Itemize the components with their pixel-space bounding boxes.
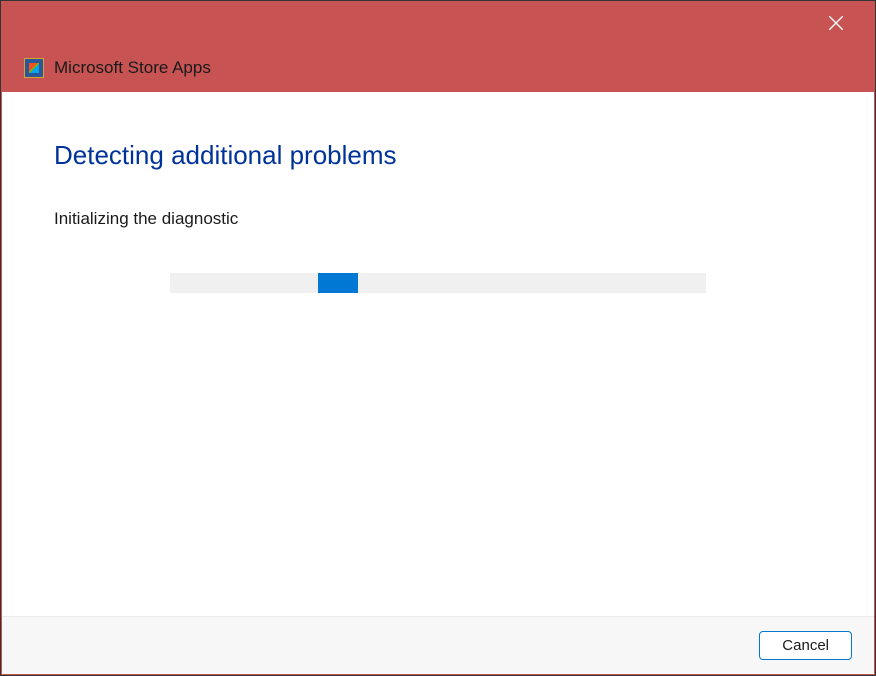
titlebar: Microsoft Store Apps xyxy=(2,2,874,92)
titlebar-main: Microsoft Store Apps xyxy=(2,44,874,92)
close-button[interactable] xyxy=(818,5,854,41)
progress-indicator xyxy=(318,273,358,293)
progress-bar xyxy=(170,273,706,293)
cancel-button[interactable]: Cancel xyxy=(759,631,852,660)
footer: Cancel xyxy=(2,616,874,674)
titlebar-controls xyxy=(2,2,874,44)
status-text: Initializing the diagnostic xyxy=(54,209,822,229)
progress-container xyxy=(54,273,822,293)
store-app-icon xyxy=(24,58,44,78)
content-area: Detecting additional problems Initializi… xyxy=(2,92,874,616)
close-icon xyxy=(827,14,845,32)
app-title: Microsoft Store Apps xyxy=(54,58,211,78)
page-heading: Detecting additional problems xyxy=(54,140,822,171)
troubleshooter-window: Microsoft Store Apps Detecting additiona… xyxy=(1,1,875,675)
